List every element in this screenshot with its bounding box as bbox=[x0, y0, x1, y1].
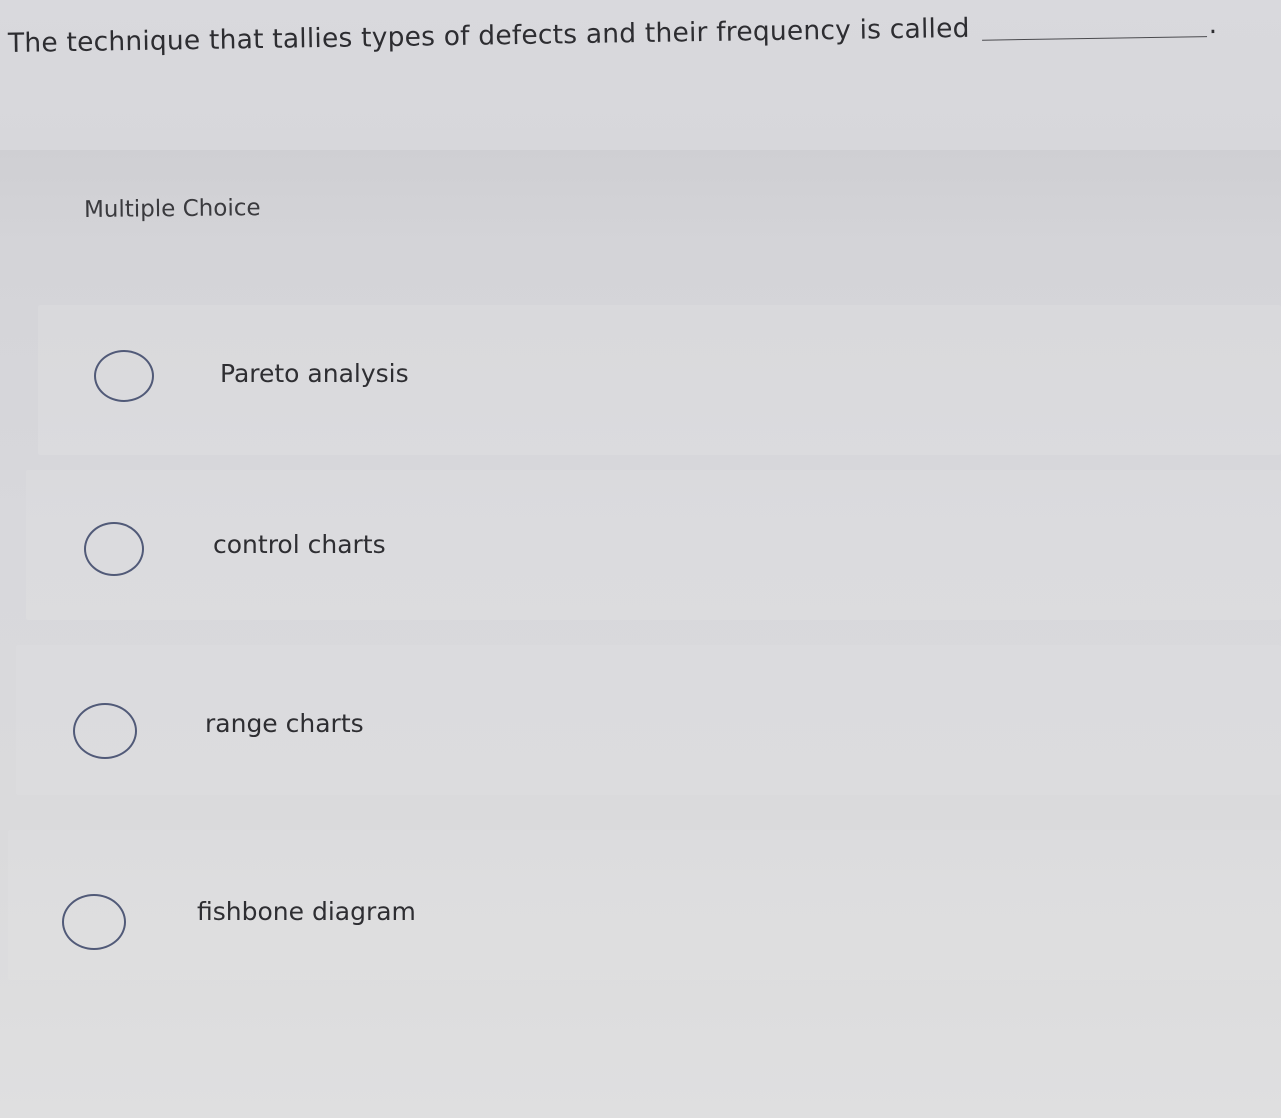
multiple-choice-panel: Multiple Choice Pareto analysis control … bbox=[0, 150, 1281, 1118]
choice-option-control-charts[interactable]: control charts bbox=[26, 470, 1281, 620]
question-text-line: The technique that tallies types of defe… bbox=[8, 9, 1218, 59]
choice-option-fishbone-diagram[interactable]: fishbone diagram bbox=[8, 830, 1281, 980]
radio-button-icon[interactable] bbox=[84, 522, 144, 576]
choice-label: fishbone diagram bbox=[197, 897, 416, 926]
choice-label: range charts bbox=[205, 709, 364, 738]
question-area: The technique that tallies types of defe… bbox=[0, 0, 1281, 150]
radio-button-icon[interactable] bbox=[73, 703, 137, 759]
choice-option-range-charts[interactable]: range charts bbox=[16, 645, 1281, 795]
choice-label: Pareto analysis bbox=[220, 359, 409, 388]
radio-button-icon[interactable] bbox=[62, 894, 126, 950]
answer-blank bbox=[981, 36, 1207, 41]
choice-option-pareto-analysis[interactable]: Pareto analysis bbox=[38, 305, 1281, 455]
choice-label: control charts bbox=[213, 530, 386, 559]
radio-button-icon[interactable] bbox=[94, 350, 154, 402]
question-text: The technique that tallies types of defe… bbox=[7, 12, 970, 59]
question-period: . bbox=[1208, 9, 1218, 41]
section-label: Multiple Choice bbox=[83, 195, 261, 223]
